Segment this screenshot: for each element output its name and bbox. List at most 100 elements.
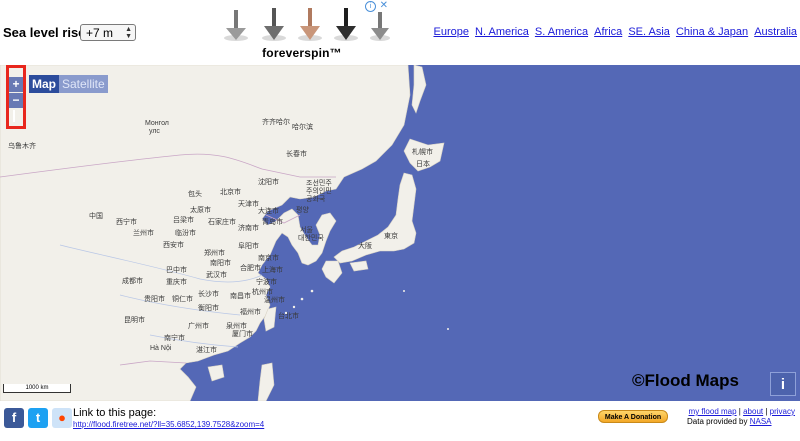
label-changchun: 长春市	[286, 151, 307, 158]
label-changsha: 长沙市	[198, 291, 219, 298]
label-nanning: 南宁市	[164, 335, 185, 342]
hainan-island	[207, 364, 225, 382]
region-link-north-america[interactable]: N. America	[475, 26, 529, 38]
label-china: 中国	[89, 213, 103, 220]
label-shijiazhuang: 石家庄市	[208, 219, 236, 226]
donate-button[interactable]: Make A Donation	[598, 410, 668, 423]
label-hanoi: Hà Nội	[150, 345, 172, 352]
label-wuhan: 武汉市	[206, 272, 227, 279]
label-japan: 日本	[416, 161, 430, 168]
flood-map[interactable]: Монгол улс 齐齐哈尔 哈尔滨 乌鲁木齐 长春市 沈阳市 北京市 天津市…	[0, 65, 800, 401]
select-arrows-icon: ▲ ▼	[125, 26, 132, 40]
label-fuyang: 阜阳市	[238, 243, 259, 250]
label-zhengzhou: 郑州市	[204, 250, 225, 257]
map-type-map-button[interactable]: Map	[29, 75, 59, 93]
label-xian: 西安市	[163, 242, 184, 249]
privacy-link[interactable]: privacy	[770, 407, 795, 416]
twitter-icon[interactable]: t	[28, 408, 48, 428]
label-tongren: 铜仁市	[172, 296, 193, 303]
label-shenyang: 沈阳市	[258, 179, 279, 186]
label-osaka: 大阪	[358, 243, 372, 250]
label-taipei: 台北市	[278, 313, 299, 320]
advertisement[interactable]: i ✕ foreverspin™	[214, 0, 390, 62]
ad-close-icon[interactable]: ✕	[380, 0, 388, 11]
flood-maps-watermark: ©Flood Maps	[632, 371, 739, 390]
nasa-link[interactable]: NASA	[750, 417, 772, 426]
label-urumqi: 乌鲁木齐	[8, 143, 36, 150]
about-link[interactable]: about	[743, 407, 763, 416]
label-xiamen: 厦门市	[232, 331, 253, 338]
ad-info-icon[interactable]: i	[365, 1, 376, 12]
footer-links: my flood map | about | privacy	[688, 407, 795, 416]
label-ningbo: 宁波市	[256, 279, 277, 286]
region-link-se-asia[interactable]: SE. Asia	[628, 26, 670, 38]
label-bazhong: 巴中市	[166, 267, 187, 274]
label-guiyang: 贵阳市	[144, 296, 165, 303]
zoom-in-button[interactable]: +	[9, 77, 23, 92]
label-taiyuan: 太原市	[190, 207, 211, 214]
sea-level-select[interactable]: +7 m ▲ ▼	[80, 24, 136, 41]
data-credit: Data provided by NASA	[687, 417, 772, 426]
sakhalin-island	[411, 65, 427, 114]
label-fuzhou: 福州市	[240, 309, 261, 316]
zoom-out-button[interactable]: −	[9, 93, 23, 108]
region-links: Europe N. America S. America Africa SE. …	[430, 26, 797, 38]
header: Sea level rise: +7 m ▲ ▼ i ✕ foreverspin…	[0, 0, 800, 65]
sea-level-label: Sea level rise:	[3, 25, 90, 40]
label-qingdao: 青岛市	[262, 219, 283, 226]
label-north-korea-3: 공화국	[306, 196, 326, 203]
label-sapporo: 札幌市	[412, 149, 433, 156]
label-chengdu: 成都市	[122, 278, 143, 285]
reddit-icon[interactable]: ●	[52, 408, 72, 428]
permalink-url[interactable]: http://flood.firetree.net/?ll=35.6852,13…	[73, 420, 264, 429]
facebook-icon[interactable]: f	[4, 408, 24, 428]
label-mongolia: Монгол	[145, 120, 169, 127]
data-credit-text: Data provided by	[687, 417, 748, 426]
region-link-europe[interactable]: Europe	[433, 26, 468, 38]
label-qiqihar: 齐齐哈尔	[262, 119, 290, 126]
ryukyu-islands	[284, 289, 449, 330]
region-link-south-america[interactable]: S. America	[535, 26, 588, 38]
zoom-slider-handle[interactable]	[13, 110, 15, 122]
label-kunming: 昆明市	[124, 317, 145, 324]
ad-brand-text: foreverspin™	[262, 46, 342, 60]
label-linfen: 临汾市	[175, 230, 196, 237]
honshu-island	[333, 172, 417, 264]
shikoku-island	[349, 260, 369, 272]
label-jinan: 济南市	[238, 225, 259, 232]
map-type-satellite-button[interactable]: Satellite	[59, 75, 108, 93]
label-zhanjiang: 湛江市	[196, 347, 217, 354]
link-to-page-label: Link to this page:	[73, 407, 157, 419]
label-dalian: 大连市	[258, 208, 279, 215]
region-link-africa[interactable]: Africa	[594, 26, 622, 38]
label-nanjing: 南京市	[258, 255, 279, 262]
label-hengyang: 衡阳市	[198, 305, 219, 312]
map-type-toggle: Map Satellite	[29, 75, 108, 93]
label-nanyang: 南阳市	[210, 260, 231, 267]
label-harbin: 哈尔滨	[292, 124, 313, 131]
label-chongqing: 重庆市	[166, 279, 187, 286]
label-guangzhou: 广州市	[188, 323, 209, 330]
region-link-australia[interactable]: Australia	[754, 26, 797, 38]
label-tianjin: 天津市	[238, 201, 259, 208]
region-link-china-japan[interactable]: China & Japan	[676, 26, 748, 38]
map-scale-bar: 1000 km	[3, 384, 71, 393]
ad-spinning-tops-image	[224, 8, 390, 41]
luzon-island	[257, 362, 275, 401]
label-pyongyang: 평양	[296, 207, 309, 214]
label-hefei: 合肥市	[240, 265, 261, 272]
label-xining: 西宁市	[116, 219, 137, 226]
label-yinchuan: 吕梁市	[173, 217, 194, 224]
label-lanzhou: 兰州市	[133, 230, 154, 237]
map-info-button[interactable]: i	[770, 372, 796, 396]
label-wenzhou: 温州市	[264, 297, 285, 304]
footer: f t ● Link to this page: http://flood.fi…	[0, 401, 800, 441]
kyushu-island	[321, 260, 343, 284]
label-baotou: 包头	[188, 191, 202, 198]
my-flood-map-link[interactable]: my flood map	[689, 407, 737, 416]
label-shanghai: 上海市	[262, 267, 283, 274]
sea-level-value: +7 m	[86, 26, 114, 40]
label-mongolia-2: улс	[149, 128, 160, 135]
label-south-korea: 대한민국	[298, 235, 324, 242]
label-tokyo: 東京	[384, 233, 398, 240]
